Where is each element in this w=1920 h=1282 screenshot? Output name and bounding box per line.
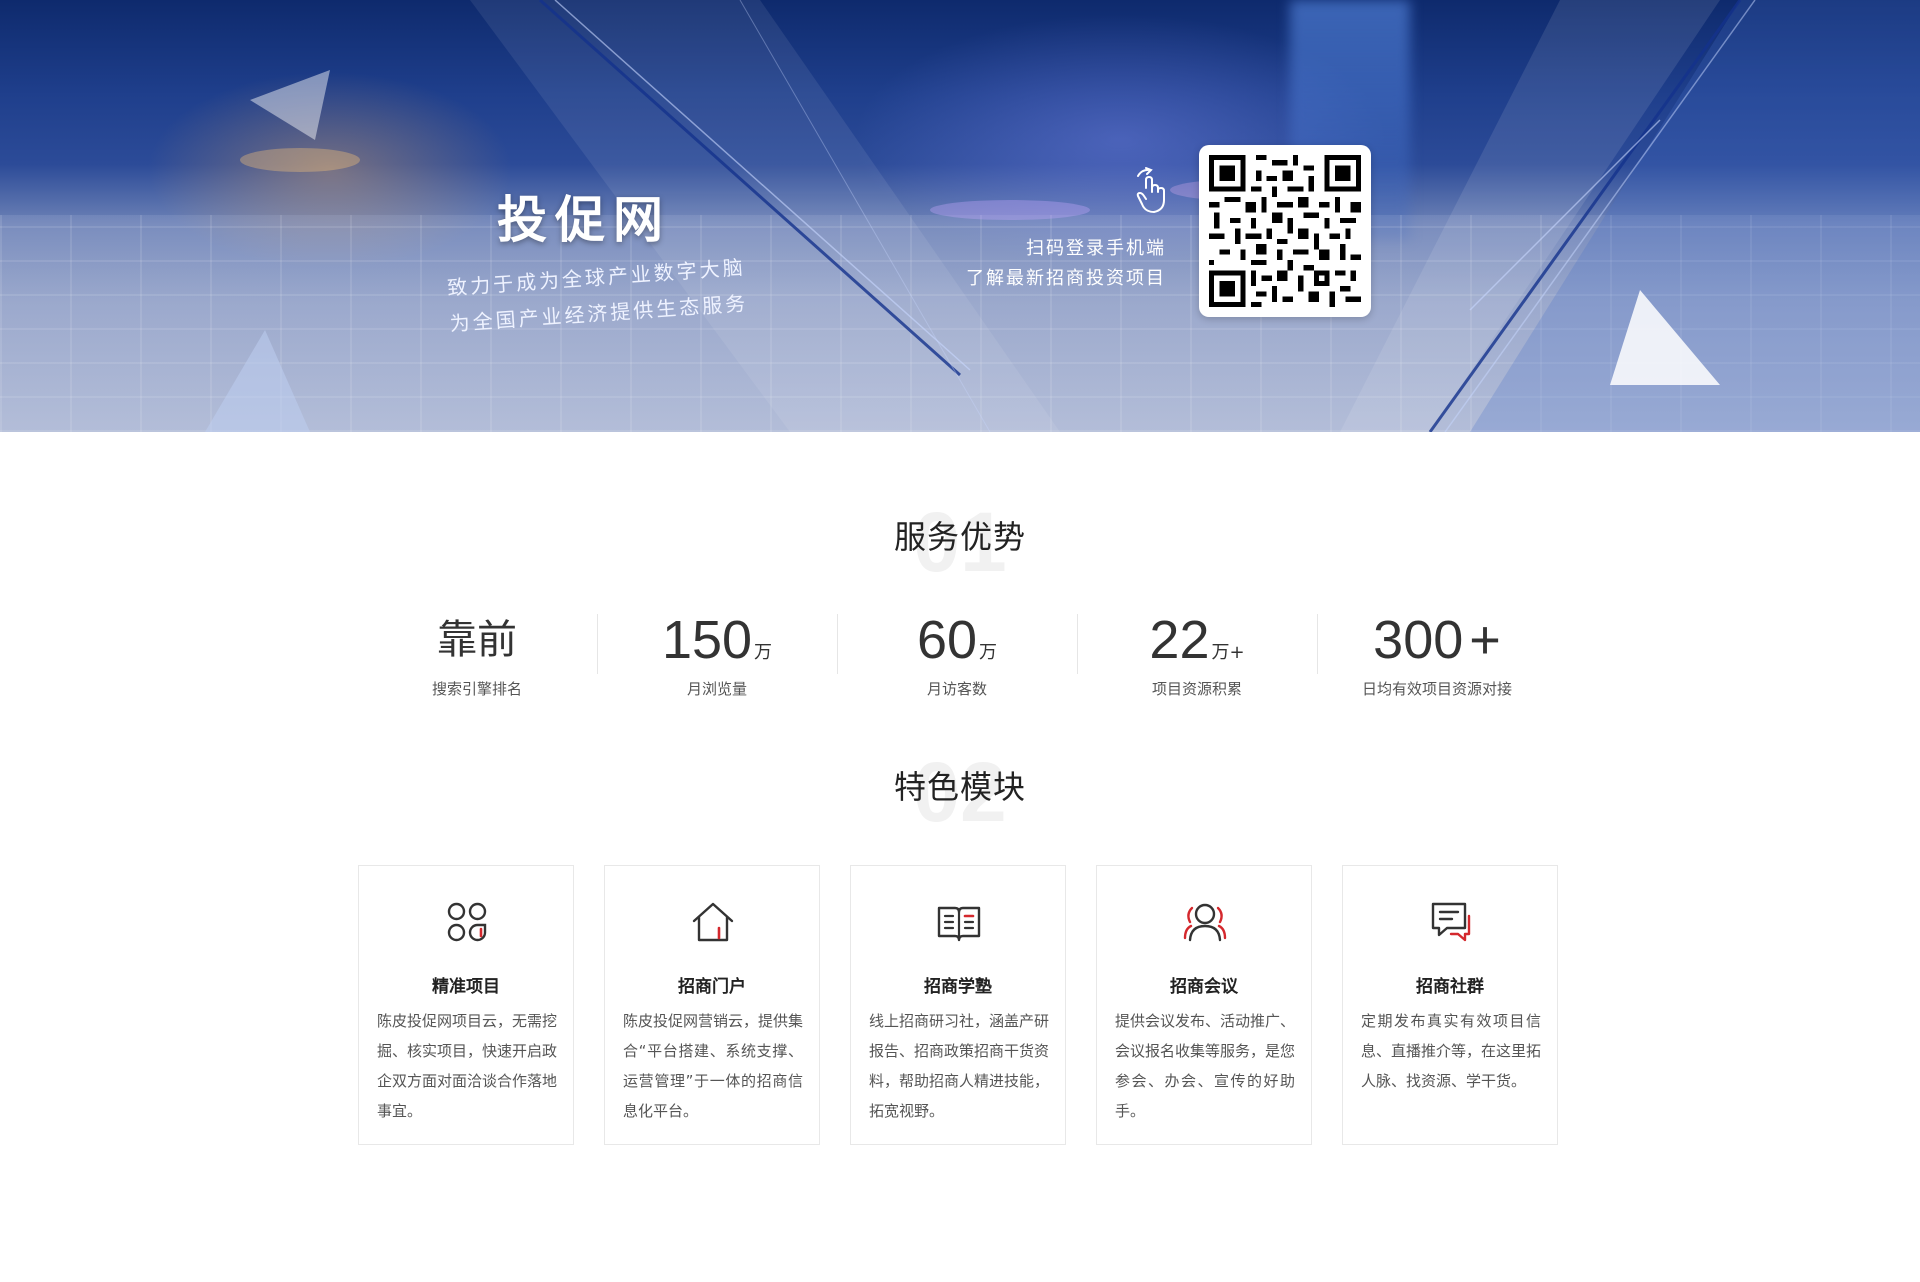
stat-label: 项目资源积累 [1151, 680, 1242, 698]
stat-value: 22 [1149, 610, 1210, 670]
card-title: 招商社群 [1416, 977, 1484, 997]
stat-label: 搜索引擎排名 [431, 680, 522, 698]
card-title: 招商会议 [1170, 977, 1238, 997]
stat-unit: 万 [754, 642, 773, 663]
card-title: 精准项目 [432, 977, 500, 997]
advantages-title: 服务优势 [893, 518, 1026, 556]
feature-card-academy[interactable]: 招商学塾 线上招商研习社，涵盖产研报告、招商政策招商干货资料，帮助招商人精进技能… [850, 865, 1066, 1145]
stat-unit: + [1469, 610, 1501, 670]
scan-hint-line-1: 扫码登录手机端 [1026, 238, 1166, 259]
features-heading: 02 特色模块 [0, 744, 1920, 839]
card-description: 线上招商研习社，涵盖产研报告、招商政策招商干货资料，帮助招商人精进技能，拓宽视野… [869, 1012, 1050, 1120]
qr-code-icon [1209, 155, 1361, 307]
stat-item: 60 万 月访客数 [837, 608, 1077, 708]
chat-icon [1431, 902, 1471, 942]
feature-cards: 精准项目 陈皮投促网项目云，无需挖掘、核实项目，快速开启政企双方面对面洽谈合作落… [358, 865, 1558, 1145]
scan-hint: 扫码登录手机端 了解最新招商投资项目 [940, 234, 1166, 294]
stat-item: 靠前 搜索引擎排名 [357, 608, 597, 708]
hero-banner: 投促网 致力于成为全球产业数字大脑 为全国产业经济提供生态服务 扫码登录手机端 … [0, 0, 1920, 432]
tap-hand-icon [1136, 167, 1165, 213]
users-icon [1183, 903, 1227, 942]
feature-card-community[interactable]: 招商社群 定期发布真实有效项目信息、直播推介等，在这里拓人脉、找资源、学干货。 [1342, 865, 1558, 1145]
card-description: 陈皮投促网营销云，提供集合“平台搭建、系统支撑、运营管理”于一体的招商信息化平台… [623, 1012, 804, 1120]
stat-value: 60 [916, 610, 978, 670]
card-description: 提供会议发布、活动推广、会议报名收集等服务，是您参会、办会、宣传的好助手。 [1115, 1012, 1296, 1120]
card-description: 陈皮投促网项目云，无需挖掘、核实项目，快速开启政企双方面对面洽谈合作落地事宜。 [377, 1012, 558, 1120]
stat-label: 月浏览量 [686, 680, 747, 698]
card-description: 定期发布真实有效项目信息、直播推介等，在这里拓人脉、找资源、学干货。 [1361, 1012, 1542, 1090]
book-icon [937, 906, 981, 942]
stats-row: 靠前 搜索引擎排名 150 万 月浏览量 60 万 月访客数 22 万+ 项目资源积累… [357, 608, 1557, 708]
stat-item: 150 万 月浏览量 [597, 608, 837, 708]
feature-card-meetings[interactable]: 招商会议 提供会议发布、活动推广、会议报名收集等服务，是您参会、办会、宣传的好助… [1096, 865, 1312, 1145]
stat-item: 22 万+ 项目资源积累 [1077, 608, 1317, 708]
home-icon [692, 902, 734, 942]
advantages-heading: 01 服务优势 [0, 494, 1920, 589]
card-title: 招商门户 [678, 977, 746, 997]
scan-hint-line-2: 了解最新招商投资项目 [966, 268, 1166, 289]
stat-unit: 万 [979, 642, 998, 663]
grid-icon [447, 902, 487, 942]
stat-label: 月访客数 [926, 680, 987, 698]
stat-value: 150 [661, 610, 753, 670]
qr-code[interactable] [1199, 145, 1371, 317]
stat-unit: 万+ [1211, 642, 1245, 663]
feature-card-precise-projects[interactable]: 精准项目 陈皮投促网项目云，无需挖掘、核实项目，快速开启政企双方面对面洽谈合作落… [358, 865, 574, 1145]
feature-card-portal[interactable]: 招商门户 陈皮投促网营销云，提供集合“平台搭建、系统支撑、运营管理”于一体的招商… [604, 865, 820, 1145]
features-title: 特色模块 [893, 768, 1026, 806]
card-title: 招商学塾 [924, 977, 992, 997]
hero-decoration [205, 0, 1920, 432]
stat-label: 日均有效项目资源对接 [1361, 680, 1512, 698]
hero-title: 投促网 [497, 190, 671, 249]
stat-item: 300 + 日均有效项目资源对接 [1317, 608, 1557, 708]
stat-value: 靠前 [437, 617, 517, 663]
stat-value: 300 [1373, 610, 1464, 670]
